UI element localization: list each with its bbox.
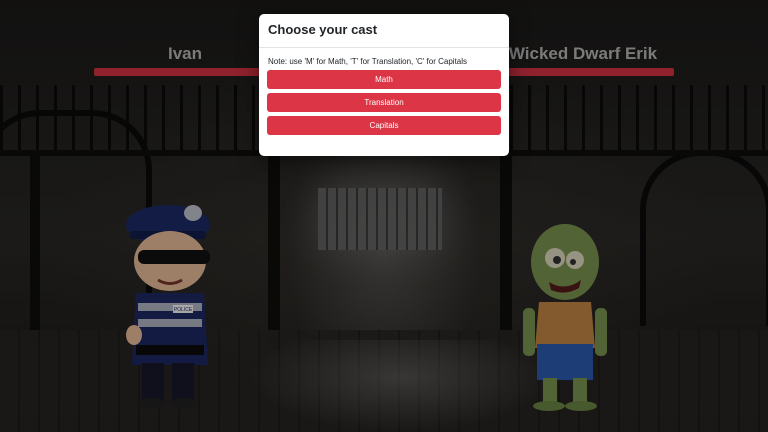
capitals-cast-button[interactable]: Capitals bbox=[267, 116, 501, 135]
translation-cast-button[interactable]: Translation bbox=[267, 93, 501, 112]
cast-button-group: Math Translation Capitals bbox=[259, 66, 509, 135]
modal-header: Choose your cast bbox=[259, 14, 509, 48]
cast-selection-dialog: Choose your cast Note: use 'M' for Math,… bbox=[259, 14, 509, 156]
math-cast-button[interactable]: Math bbox=[267, 70, 501, 89]
modal-title: Choose your cast bbox=[268, 22, 378, 37]
modal-note: Note: use 'M' for Math, 'T' for Translat… bbox=[268, 57, 468, 66]
